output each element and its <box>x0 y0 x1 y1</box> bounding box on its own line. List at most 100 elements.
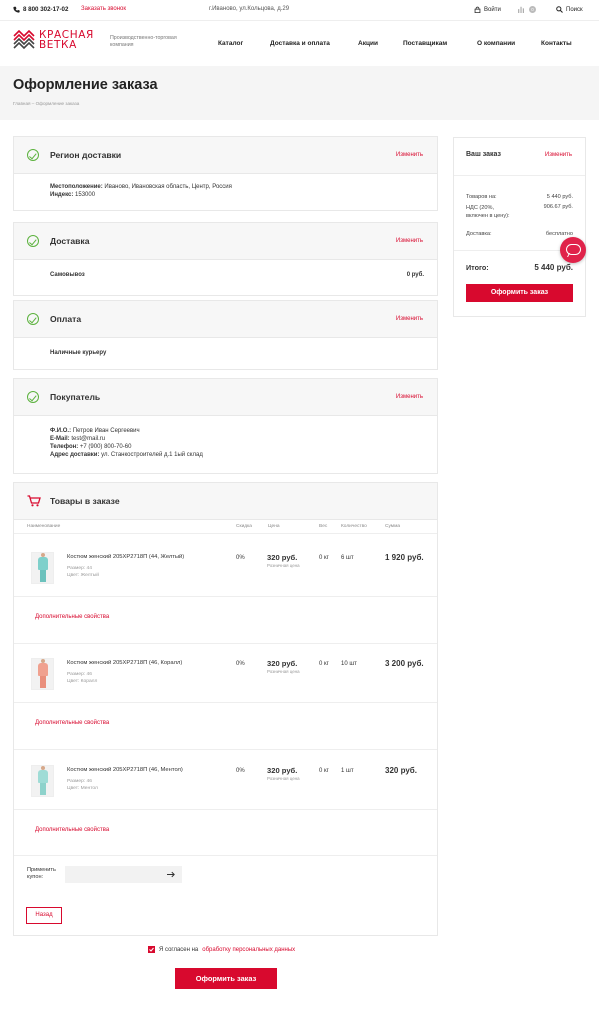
location-value: Иваново, Ивановская область, Центр, Росс… <box>104 184 232 190</box>
additional-properties-link[interactable]: Дополнительные свойства <box>35 827 109 833</box>
product-image[interactable] <box>31 765 54 797</box>
region-panel-header: Регион доставки Изменить <box>14 137 437 174</box>
arrow-right-icon[interactable] <box>167 871 175 878</box>
product-image[interactable] <box>31 658 54 690</box>
compare-count-badge: 0 <box>529 6 536 13</box>
delivery-label: Доставка: <box>466 231 492 237</box>
product-color: Цвет: Коралл <box>67 679 98 684</box>
phone-label: Телефон: <box>50 444 79 450</box>
divider <box>14 809 437 810</box>
buyer-panel-header: Покупатель Изменить <box>14 379 437 416</box>
buyer-change-link[interactable]: Изменить <box>396 394 423 400</box>
logo-line-2: ВЕТКА <box>39 39 77 51</box>
lock-icon <box>474 6 481 13</box>
summary-change-link[interactable]: Изменить <box>545 152 572 158</box>
summary-items-row: Товаров на: 5 440 руб. <box>466 194 573 200</box>
product-quantity[interactable]: 6 шт <box>341 555 354 561</box>
product-sum: 3 200 руб. <box>385 659 424 668</box>
additional-properties-link[interactable]: Дополнительные свойства <box>35 720 109 726</box>
nav-promotions[interactable]: Акции <box>358 40 378 47</box>
check-circle-icon <box>27 235 39 247</box>
divider <box>14 643 437 644</box>
company-tagline: Производственно-торговая компания <box>110 35 177 48</box>
personal-data-link[interactable]: обработку персональных данных <box>202 947 295 953</box>
col-quantity: Количество <box>341 524 367 529</box>
payment-change-link[interactable]: Изменить <box>396 316 423 322</box>
vat-value: 906.67 руб. <box>543 204 573 210</box>
delivery-panel-header: Доставка Изменить <box>14 223 437 260</box>
back-button[interactable]: Назад <box>26 907 62 924</box>
fio-label: Ф.И.О.: <box>50 428 72 434</box>
col-name: Наименование <box>27 524 61 529</box>
delivery-change-link[interactable]: Изменить <box>396 238 423 244</box>
delivery-price: 0 руб. <box>406 272 424 278</box>
cart-icon <box>27 495 41 507</box>
product-name[interactable]: Костюм женский 205ХР2718П (44, Желтый) <box>67 554 184 560</box>
nav-delivery-payment[interactable]: Доставка и оплата <box>270 40 330 47</box>
summary-submit-button[interactable]: Оформить заказ <box>466 284 573 302</box>
summary-delivery-row: Доставка: бесплатно <box>466 231 573 237</box>
login-link[interactable]: Войти <box>474 6 501 13</box>
goods-panel-header: Товары в заказе <box>14 483 437 520</box>
nav-about[interactable]: О компании <box>477 40 515 47</box>
items-label: Товаров на: <box>466 194 497 200</box>
agree-checkbox[interactable] <box>148 946 155 953</box>
site-logo[interactable]: КРАСНАЯ ВЕТКА <box>13 30 94 50</box>
search-link[interactable]: Поиск <box>556 6 583 13</box>
region-panel: Регион доставки Изменить Местоположение:… <box>13 136 438 211</box>
checkmark-icon <box>149 947 154 952</box>
divider <box>14 596 437 597</box>
check-circle-icon <box>27 313 39 325</box>
delivery-panel: Доставка Изменить Самовывоз 0 руб. <box>13 222 438 296</box>
product-weight: 0 кг <box>319 768 329 774</box>
nav-contacts[interactable]: Контакты <box>541 40 572 47</box>
check-circle-icon <box>27 391 39 403</box>
nav-catalog[interactable]: Каталог <box>218 40 243 47</box>
phone-number[interactable]: 8 800 302-17-02 <box>23 6 68 13</box>
product-size: Размер: 44 <box>67 566 92 571</box>
check-circle-icon <box>27 149 39 161</box>
nav-suppliers[interactable]: Поставщикам <box>403 40 447 47</box>
submit-order-button[interactable]: Оформить заказ <box>175 968 277 989</box>
payment-title: Оплата <box>50 314 82 324</box>
fio-value: Петров Иван Сергеевич <box>72 428 140 434</box>
col-weight: Вес <box>319 524 328 529</box>
login-label: Войти <box>484 6 501 13</box>
additional-properties-link[interactable]: Дополнительные свойства <box>35 614 109 620</box>
summary-vat-row: НДС (20%, включен в цену): 906.67 руб. <box>466 204 573 220</box>
region-details: Местоположение: Иваново, Ивановская обла… <box>50 183 232 199</box>
coupon-label: Применить купон: <box>27 867 56 880</box>
region-change-link[interactable]: Изменить <box>396 152 423 158</box>
product-price-note: Розничная цена <box>267 776 300 781</box>
payment-method: Наличные курьеру <box>50 350 107 356</box>
breadcrumb[interactable]: Главная – Оформление заказа <box>13 101 79 106</box>
compare-chart-icon <box>518 6 524 13</box>
goods-title: Товары в заказе <box>50 496 120 506</box>
search-icon <box>556 6 563 13</box>
product-name[interactable]: Костюм женский 205ХР2718П (46, Коралл) <box>67 660 182 666</box>
email-label: E-Mail: <box>50 436 70 442</box>
product-discount: 0% <box>236 768 245 774</box>
product-image[interactable] <box>31 552 54 584</box>
delivery-value: бесплатно <box>545 231 573 237</box>
items-value: 5 440 руб. <box>546 194 573 200</box>
product-price-note: Розничная цена <box>267 669 300 674</box>
compare-link[interactable]: 0 <box>518 6 536 13</box>
chat-bubble-icon[interactable] <box>560 237 586 263</box>
divider <box>14 749 437 750</box>
callback-link[interactable]: Заказать звонок <box>81 6 126 12</box>
product-color: Цвет: Желтый <box>67 573 100 578</box>
index-label: Индекс: <box>50 192 74 198</box>
total-label: Итого: <box>466 263 489 272</box>
address-label: Адрес доставки: <box>50 452 100 458</box>
payment-panel: Оплата Изменить Наличные курьеру <box>13 300 438 370</box>
product-quantity[interactable]: 10 шт <box>341 661 357 667</box>
product-name[interactable]: Костюм женский 205ХР2718П (46, Ментол) <box>67 767 183 773</box>
coupon-input[interactable] <box>65 866 182 883</box>
col-price: Цена <box>268 524 280 529</box>
email-value: test@mail.ru <box>71 436 106 442</box>
product-quantity[interactable]: 1 шт <box>341 768 354 774</box>
divider <box>454 175 585 176</box>
delivery-method: Самовывоз <box>50 272 85 278</box>
header-address: г.Иваново, ул.Кольцова, д.29 <box>209 6 290 12</box>
